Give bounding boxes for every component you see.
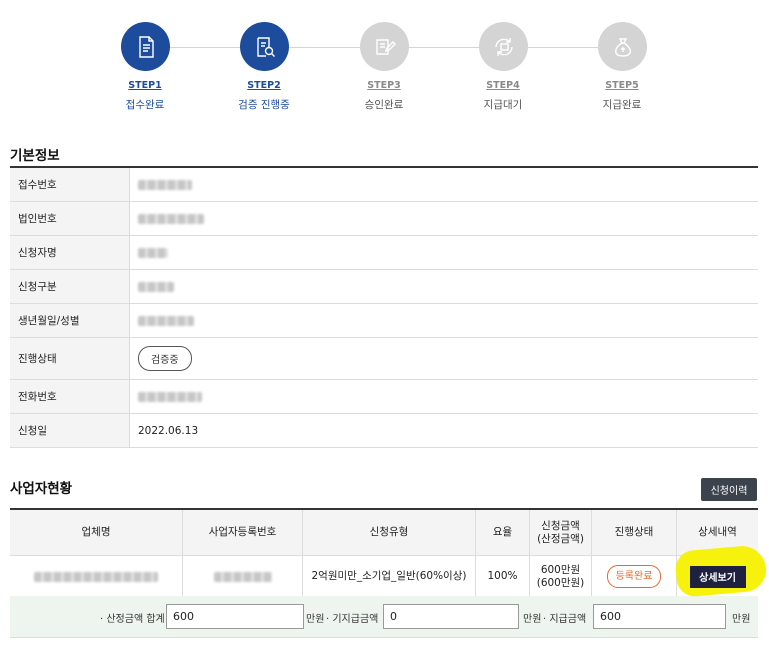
column-header: 사업자등록번호 (183, 510, 303, 555)
info-value-redacted (130, 202, 758, 235)
info-value-redacted (130, 380, 758, 413)
step-name: 접수완료 (125, 99, 165, 111)
application-amount: 600만원 (600만원) (530, 556, 592, 597)
info-row-applicant: 신청자명 (10, 236, 758, 270)
column-header: 신청금액 (산정금액) (530, 510, 592, 555)
unit-label: 만원 (306, 613, 325, 625)
view-detail-button[interactable]: 상세보기 (689, 565, 746, 588)
info-value: 검증중 (130, 338, 758, 379)
unit-label: 만원 (732, 613, 751, 625)
sum-input[interactable] (166, 604, 304, 629)
info-label: 진행상태 (10, 338, 130, 379)
totals-bar: · 산정금액 합계 만원 · 기지급금액 만원 · 지급금액 만원 (10, 596, 758, 638)
step-connector (164, 47, 240, 48)
column-header: 진행상태 (592, 510, 677, 555)
info-value-redacted (130, 304, 758, 337)
rate: 100% (476, 556, 530, 597)
info-label: 전화번호 (10, 380, 130, 413)
amount: 600만원 (540, 563, 581, 576)
step-name: 승인완료 (364, 99, 404, 111)
info-row-birth-gender: 생년월일/성별 (10, 304, 758, 338)
step-number: STEP3 (367, 80, 401, 91)
progress-status: 등록완료 (592, 556, 677, 597)
document-icon (121, 22, 170, 71)
info-value-redacted (130, 236, 758, 269)
basic-info-table: 접수번호 법인번호 신청자명 신청구분 생년월일/성별 진행상태 검증중 전화번… (10, 166, 758, 448)
unit-label: 만원 (523, 613, 542, 625)
column-header: 업체명 (10, 510, 183, 555)
info-row-status: 진행상태 검증중 (10, 338, 758, 380)
paid-input[interactable] (383, 604, 519, 629)
search-document-icon (240, 22, 289, 71)
status-badge: 등록완료 (606, 565, 662, 588)
application-type: 2억원미만_소기업_일반(60%이상) (303, 556, 476, 597)
table-header: 업체명 사업자등록번호 신청유형 요율 신청금액 (산정금액) 진행상태 상세내… (10, 510, 758, 556)
step-number: STEP1 (128, 80, 162, 91)
status-badge: 검증중 (138, 346, 192, 371)
pay-label: · 지급금액 (543, 613, 587, 625)
info-row-apply-date: 신청일 2022.06.13 (10, 414, 758, 448)
table-row: 2억원미만_소기업_일반(60%이상) 100% 600만원 (600만원) 등… (10, 556, 758, 598)
company-name-redacted (10, 556, 183, 597)
step-name: 지급대기 (483, 99, 523, 111)
progress-stepper: STEP1 접수완료 STEP2 검증 진행중 STEP3 승인완료 STEP4… (0, 0, 769, 130)
business-number-redacted (183, 556, 303, 597)
column-header: 요율 (476, 510, 530, 555)
info-label: 신청일 (10, 414, 130, 447)
info-label: 신청구분 (10, 270, 130, 303)
info-row-corp-number: 법인번호 (10, 202, 758, 236)
pay-input[interactable] (593, 604, 726, 629)
step-connector (528, 47, 598, 48)
step-number: STEP5 (605, 80, 639, 91)
application-history-button[interactable]: 신청이력 (701, 478, 757, 501)
paid-label: · 기지급금액 (326, 613, 379, 625)
step-connector (288, 47, 360, 48)
business-status-title: 사업자현황 (10, 481, 73, 497)
sum-label: · 산정금액 합계 (100, 613, 165, 625)
info-label: 신청자명 (10, 236, 130, 269)
approval-stamp-icon (360, 22, 409, 71)
info-row-category: 신청구분 (10, 270, 758, 304)
basic-info-title: 기본정보 (10, 148, 60, 164)
info-label: 접수번호 (10, 168, 130, 201)
money-bag-icon (598, 22, 647, 71)
step-number: STEP4 (486, 80, 520, 91)
info-label: 생년월일/성별 (10, 304, 130, 337)
step-name: 지급완료 (602, 99, 642, 111)
business-table: 업체명 사업자등록번호 신청유형 요율 신청금액 (산정금액) 진행상태 상세내… (10, 508, 758, 598)
step-number: STEP2 (247, 80, 281, 91)
info-value: 2022.06.13 (138, 424, 199, 437)
money-transfer-icon (479, 22, 528, 71)
info-label: 법인번호 (10, 202, 130, 235)
calculated-amount: (600만원) (536, 576, 585, 589)
info-value-redacted (130, 168, 758, 201)
step-connector (408, 47, 480, 48)
column-header: 신청유형 (303, 510, 476, 555)
step-name: 검증 진행중 (238, 99, 290, 111)
info-row-receipt: 접수번호 (10, 168, 758, 202)
info-row-phone: 전화번호 (10, 380, 758, 414)
info-value-redacted (130, 270, 758, 303)
